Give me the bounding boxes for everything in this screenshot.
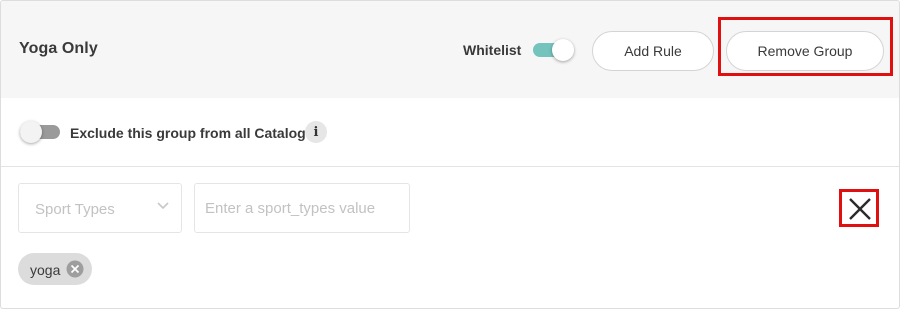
add-rule-button[interactable]: Add Rule xyxy=(592,31,714,71)
whitelist-label: Whitelist xyxy=(463,42,522,58)
chevron-down-icon xyxy=(157,202,169,210)
sport-types-value-input[interactable] xyxy=(194,183,410,233)
group-title: Yoga Only xyxy=(19,40,98,57)
whitelist-toggle[interactable] xyxy=(533,39,574,61)
tag-remove-icon[interactable] xyxy=(66,260,84,278)
sport-types-select[interactable]: Sport Types xyxy=(18,183,182,233)
rule-group-panel: Yoga Only Whitelist Add Rule Remove Grou… xyxy=(0,0,900,309)
toggle-knob xyxy=(20,121,42,143)
remove-group-button[interactable]: Remove Group xyxy=(726,31,884,71)
tag-label: yoga xyxy=(30,262,61,278)
value-tag: yoga xyxy=(18,253,92,285)
exclude-label: Exclude this group from all Catalogs xyxy=(70,125,314,141)
toggle-knob xyxy=(552,39,574,61)
close-icon[interactable] xyxy=(844,194,876,224)
info-icon[interactable]: i xyxy=(305,121,327,143)
group-header: Yoga Only Whitelist Add Rule Remove Grou… xyxy=(1,1,899,98)
select-placeholder: Sport Types xyxy=(35,201,115,218)
exclude-toggle[interactable] xyxy=(20,121,60,143)
divider xyxy=(1,166,899,167)
